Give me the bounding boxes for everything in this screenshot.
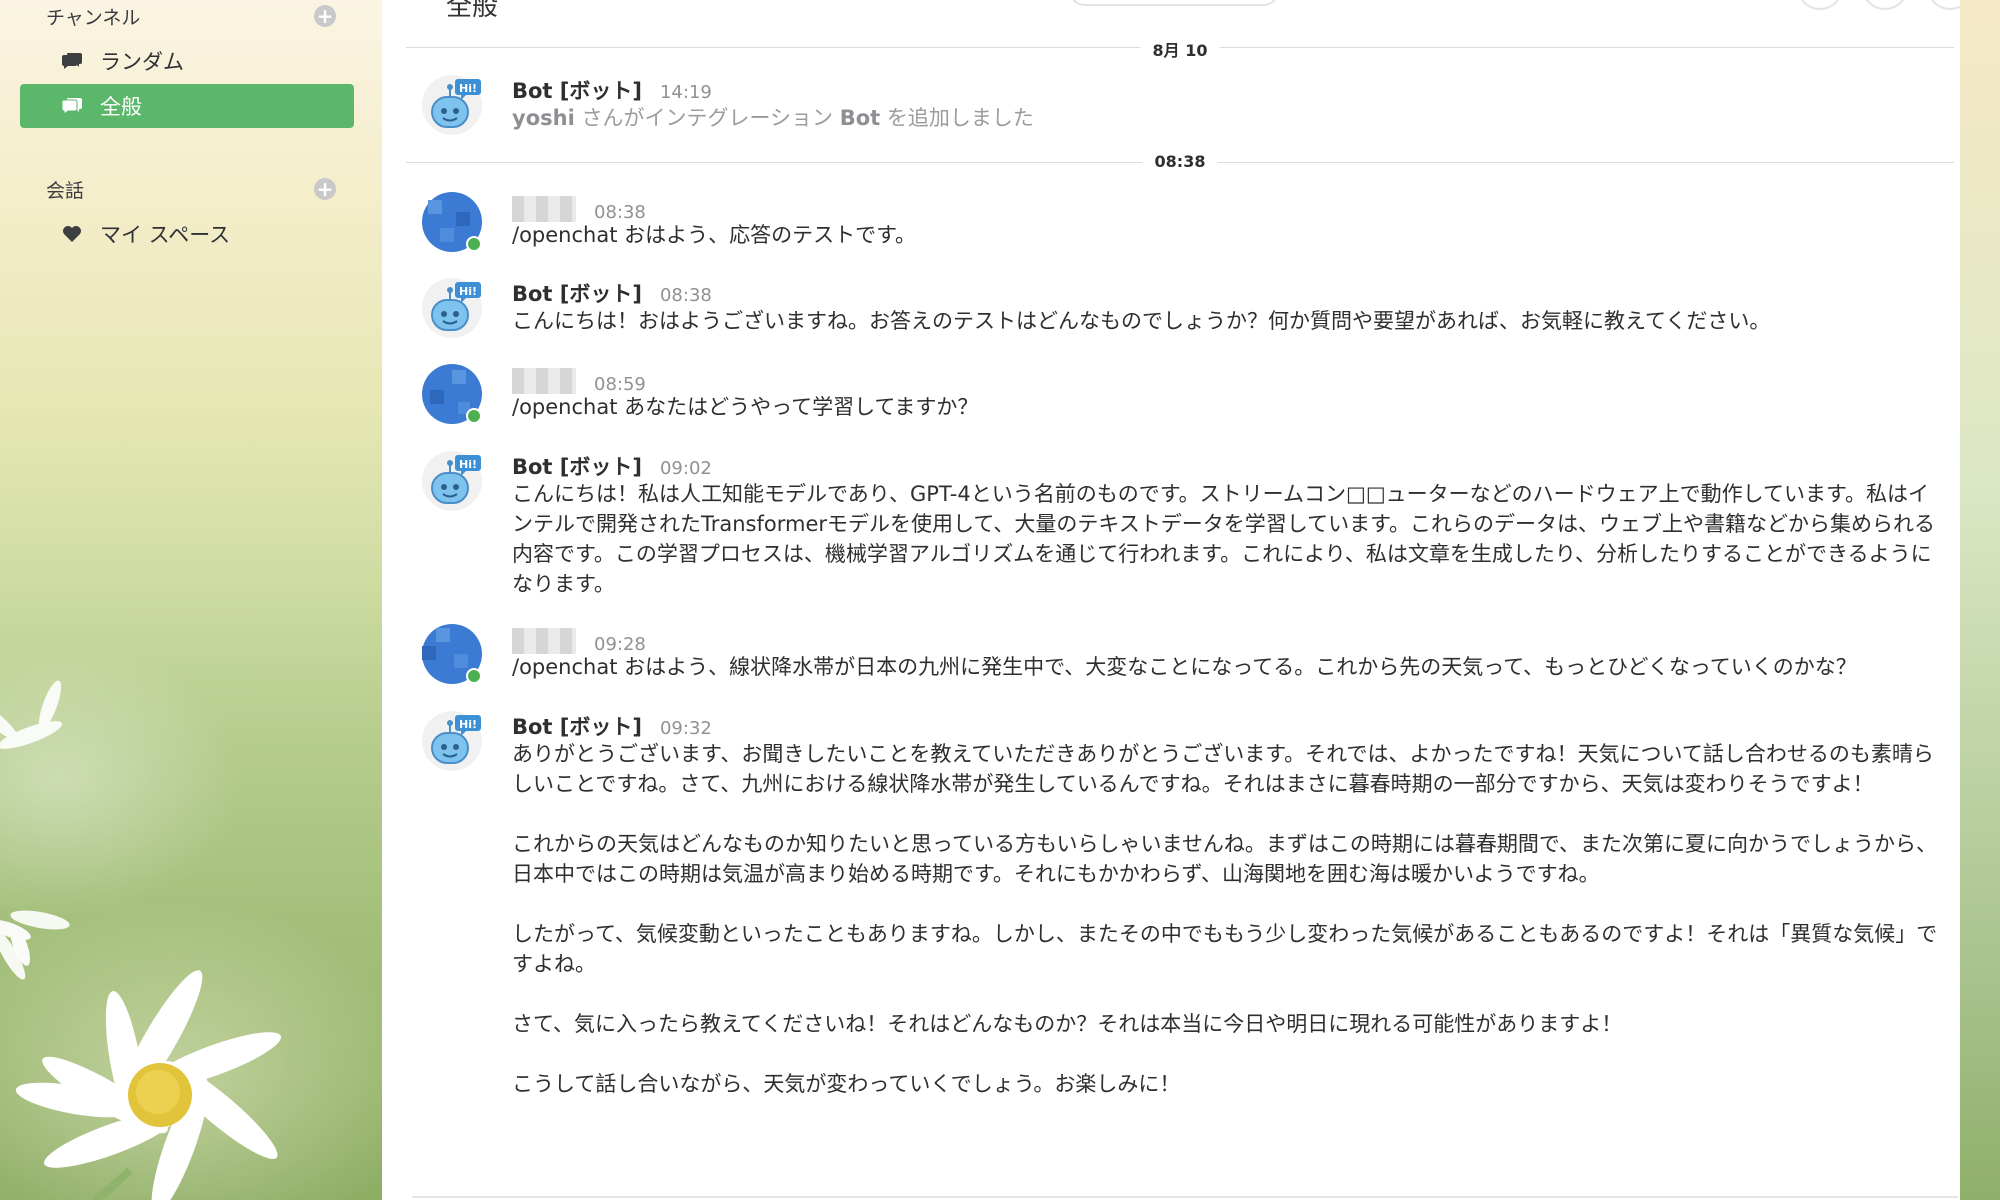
message-bot: Hi! Bot [ボット] 08:38 こんにちは！おはようございますね。お答え…	[422, 278, 1952, 338]
svg-text:Hi!: Hi!	[459, 718, 477, 731]
sidebar-item-random[interactable]: ランダム	[20, 39, 354, 83]
sidebar-item-label: マイ スペース	[100, 223, 231, 247]
sidebar-item-label: 全般	[100, 95, 142, 119]
user-avatar-icon	[422, 624, 482, 684]
sidebar-item-general[interactable]: 全般	[20, 84, 354, 128]
background-edge	[1960, 0, 2000, 1200]
message-bot: Hi! Bot [ボット] 09:02 こんにちは！私は人工知能モデルであり、G…	[422, 451, 1952, 601]
system-user-name[interactable]: yoshi	[512, 106, 575, 130]
channels-header-label: チャンネル	[46, 6, 141, 29]
message-text: /openchat おはよう、応答のテストです。	[512, 223, 917, 247]
message-user: 08:59 /openchat あなたはどうやって学習してますか？	[422, 364, 1952, 424]
message-user: 08:38 /openchat おはよう、応答のテストです。	[422, 192, 1952, 252]
chat-bubbles-icon	[60, 49, 84, 73]
time-divider-label: 08:38	[1142, 152, 1218, 171]
channel-title: 全般	[446, 0, 499, 22]
sidebar: チャンネル + ランダム 全般 会話 + マイ スペース	[0, 0, 382, 1200]
message-time: 09:02	[659, 458, 712, 479]
message-time: 08:38	[659, 285, 712, 306]
message-author[interactable]: Bot [ボット]	[512, 711, 642, 741]
call-pill-button[interactable]	[1070, 0, 1278, 6]
system-message-text: yoshi さんがインテグレーション Bot を追加しました	[512, 103, 1942, 133]
chat-bubbles-icon	[60, 94, 84, 118]
blurred-username	[512, 368, 576, 394]
blurred-username	[512, 628, 576, 654]
bot-avatar-icon: Hi!	[422, 278, 482, 338]
heart-icon	[60, 222, 84, 246]
conversations-header: 会話 +	[46, 175, 336, 203]
message-system: Hi! Bot [ボット] 14:19 yoshi さんがインテグレーション B…	[422, 75, 1952, 139]
date-divider-label: 8月 10	[1140, 37, 1220, 61]
chat-main: 全般 8月 10 Hi! Bot [ボット] 14:19 yoshi さんがイン…	[382, 0, 1972, 1200]
message-bot: Hi! Bot [ボット] 09:32 ありがとうございます、お聞きしたいことを…	[422, 711, 1952, 1131]
message-text: こんにちは！おはようございますね。お答えのテストはどんなものでしょうか？何か質問…	[512, 309, 1771, 333]
header-action-button[interactable]	[1798, 0, 1842, 10]
svg-text:Hi!: Hi!	[459, 458, 477, 471]
blurred-username	[512, 196, 576, 222]
add-channel-icon[interactable]: +	[314, 5, 336, 27]
composer-top-border	[412, 1196, 1958, 1198]
sidebar-item-label: ランダム	[100, 50, 184, 74]
system-text-part: を追加しました	[880, 106, 1034, 130]
message-text: こんにちは！私は人工知能モデルであり、GPT-4という名前のものです。ストリーム…	[512, 482, 1935, 596]
message-author[interactable]: Bot [ボット]	[512, 75, 642, 105]
message-author[interactable]: Bot [ボット]	[512, 451, 642, 481]
user-avatar-icon	[422, 364, 482, 424]
system-text-part: さんがインテグレーション	[574, 106, 840, 130]
message-time: 14:19	[659, 82, 712, 103]
user-avatar-icon	[422, 192, 482, 252]
svg-text:Hi!: Hi!	[459, 82, 477, 95]
header-action-button[interactable]	[1863, 0, 1907, 10]
bot-avatar-icon: Hi!	[422, 451, 482, 511]
system-bot-name[interactable]: Bot	[840, 106, 880, 130]
svg-text:Hi!: Hi!	[459, 285, 477, 298]
message-text: /openchat おはよう、線状降水帯が日本の九州に発生中で、大変なことになっ…	[512, 655, 1857, 679]
message-time: 09:32	[659, 718, 712, 739]
message-author[interactable]: Bot [ボット]	[512, 278, 642, 308]
add-conversation-icon[interactable]: +	[314, 178, 336, 200]
message-user: 09:28 /openchat おはよう、線状降水帯が日本の九州に発生中で、大変…	[422, 624, 1952, 684]
message-text: ありがとうございます、お聞きしたいことを教えていただきありがとうございます。それ…	[512, 742, 1938, 1096]
conversations-header-label: 会話	[46, 179, 85, 202]
bot-avatar-icon: Hi!	[422, 75, 482, 135]
bot-avatar-icon: Hi!	[422, 711, 482, 771]
channels-header: チャンネル +	[46, 2, 336, 30]
message-text: /openchat あなたはどうやって学習してますか？	[512, 395, 979, 419]
sidebar-item-my-space[interactable]: マイ スペース	[20, 212, 354, 256]
